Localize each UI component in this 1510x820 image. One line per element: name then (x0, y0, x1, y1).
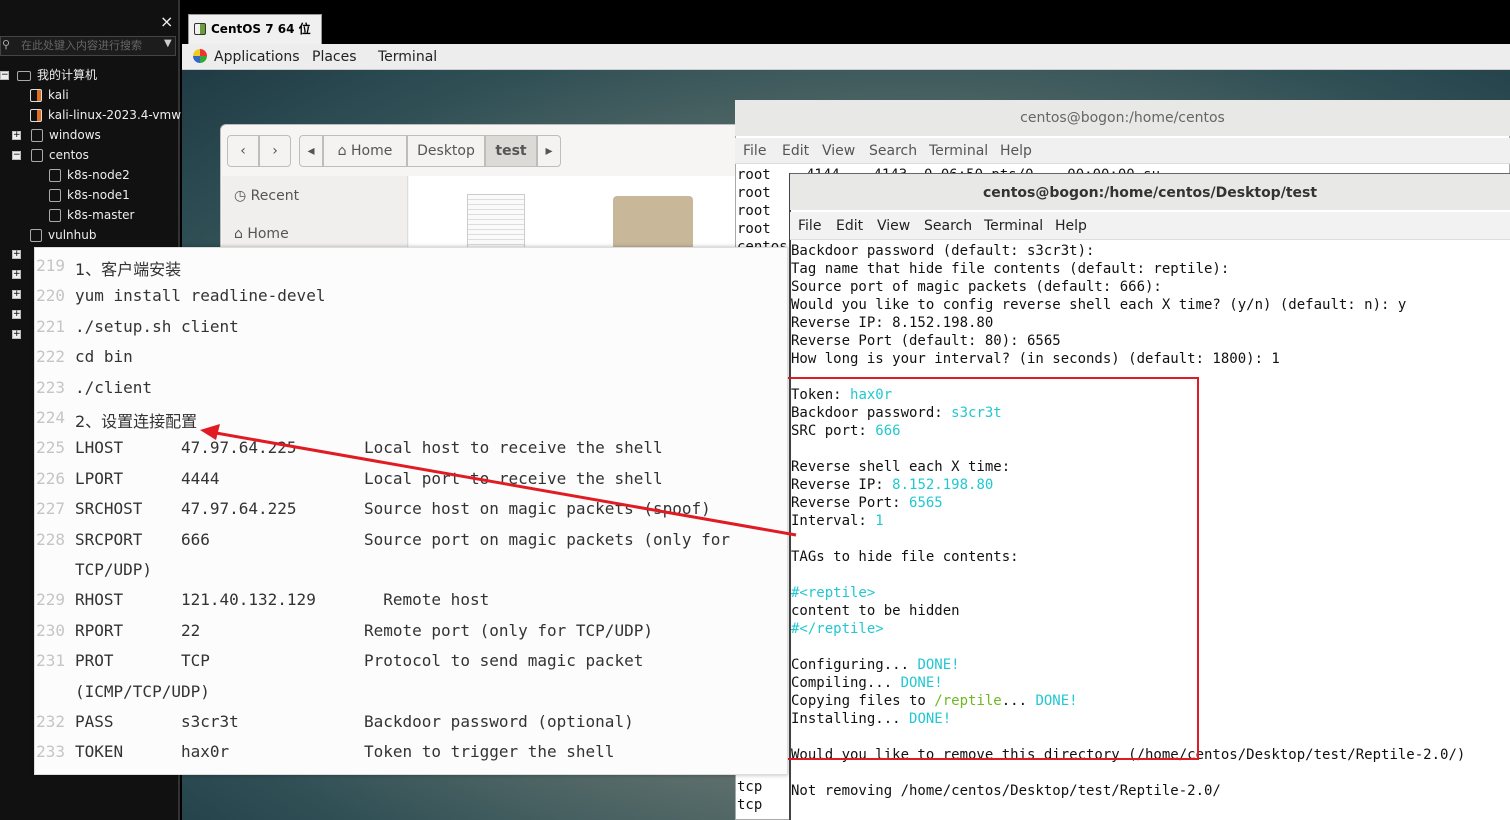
annotation-arrow (200, 424, 797, 537)
